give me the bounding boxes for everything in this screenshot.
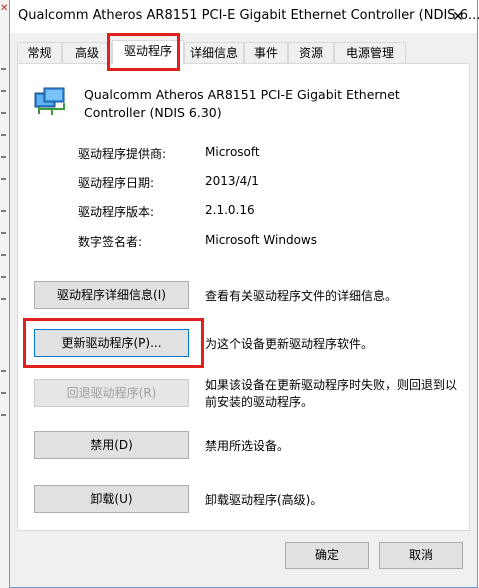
tab-details[interactable]: 详细信息 bbox=[184, 42, 244, 63]
driver-details-button[interactable]: 驱动程序详细信息(I) bbox=[34, 281, 189, 309]
background-close-icon: ✕ bbox=[0, 3, 9, 14]
info-value: Microsoft bbox=[205, 145, 260, 159]
tab-events[interactable]: 事件 bbox=[244, 42, 288, 63]
background-text-mark bbox=[1, 134, 6, 136]
update-driver-description: 为这个设备更新驱动程序软件。 bbox=[205, 337, 374, 351]
device-name: Qualcomm Atheros AR8151 PCI-E Gigabit Et… bbox=[84, 87, 400, 120]
tab-power-management[interactable]: 电源管理 bbox=[334, 42, 406, 63]
tab-general[interactable]: 常规 bbox=[17, 42, 62, 63]
close-button[interactable]: ✕ bbox=[439, 0, 477, 33]
uninstall-driver-description: 卸载驱动程序(高级)。 bbox=[205, 493, 323, 507]
cancel-button[interactable]: 取消 bbox=[379, 542, 463, 569]
driver-tab-highlight-box bbox=[107, 33, 180, 71]
tab-resources[interactable]: 资源 bbox=[288, 42, 334, 63]
update-driver-highlight-box bbox=[23, 318, 204, 368]
background-text-mark bbox=[1, 156, 6, 158]
info-label: 驱动程序版本: bbox=[78, 205, 155, 219]
background-text-mark bbox=[1, 370, 6, 372]
tab-advanced[interactable]: 高级 bbox=[62, 42, 112, 63]
background-text-mark bbox=[1, 254, 6, 256]
background-text-mark bbox=[1, 298, 6, 300]
background-text-mark bbox=[1, 112, 6, 114]
window-title: Qualcomm Atheros AR8151 PCI-E Gigabit Et… bbox=[18, 8, 479, 23]
rollback-driver-description: 如果该设备在更新驱动程序时失败，则回退到以前安装的驱动程序。 bbox=[205, 378, 458, 409]
close-icon: ✕ bbox=[452, 8, 464, 25]
background-text-mark bbox=[1, 276, 6, 278]
disable-device-button[interactable]: 禁用(D) bbox=[34, 431, 189, 459]
info-label: 驱动程序日期: bbox=[78, 176, 155, 190]
rollback-driver-button[interactable]: 回退驱动程序(R) bbox=[34, 379, 189, 407]
background-text-mark bbox=[1, 210, 6, 212]
info-value: 2013/4/1 bbox=[205, 174, 259, 188]
title-bar[interactable]: Qualcomm Atheros AR8151 PCI-E Gigabit Et… bbox=[10, 0, 479, 33]
info-label: 驱动程序提供商: bbox=[78, 147, 167, 161]
driver-details-description: 查看有关驱动程序文件的详细信息。 bbox=[205, 289, 398, 303]
background-text-mark bbox=[1, 414, 6, 416]
info-label: 数字签名者: bbox=[78, 235, 143, 249]
info-value: Microsoft Windows bbox=[205, 233, 317, 247]
ok-button[interactable]: 确定 bbox=[285, 542, 369, 569]
network-adapter-icon bbox=[34, 87, 65, 115]
background-text-mark bbox=[1, 90, 6, 92]
uninstall-driver-button[interactable]: 卸载(U) bbox=[34, 485, 189, 513]
properties-dialog: Qualcomm Atheros AR8151 PCI-E Gigabit Et… bbox=[9, 0, 479, 588]
info-value: 2.1.0.16 bbox=[205, 203, 255, 217]
disable-device-description: 禁用所选设备。 bbox=[205, 439, 290, 453]
background-text-mark bbox=[1, 392, 6, 394]
background-text-mark bbox=[1, 178, 6, 180]
driver-tab-panel: Qualcomm Atheros AR8151 PCI-E Gigabit Et… bbox=[17, 63, 470, 531]
background-text-mark bbox=[1, 232, 6, 234]
background-text-mark bbox=[1, 68, 6, 70]
